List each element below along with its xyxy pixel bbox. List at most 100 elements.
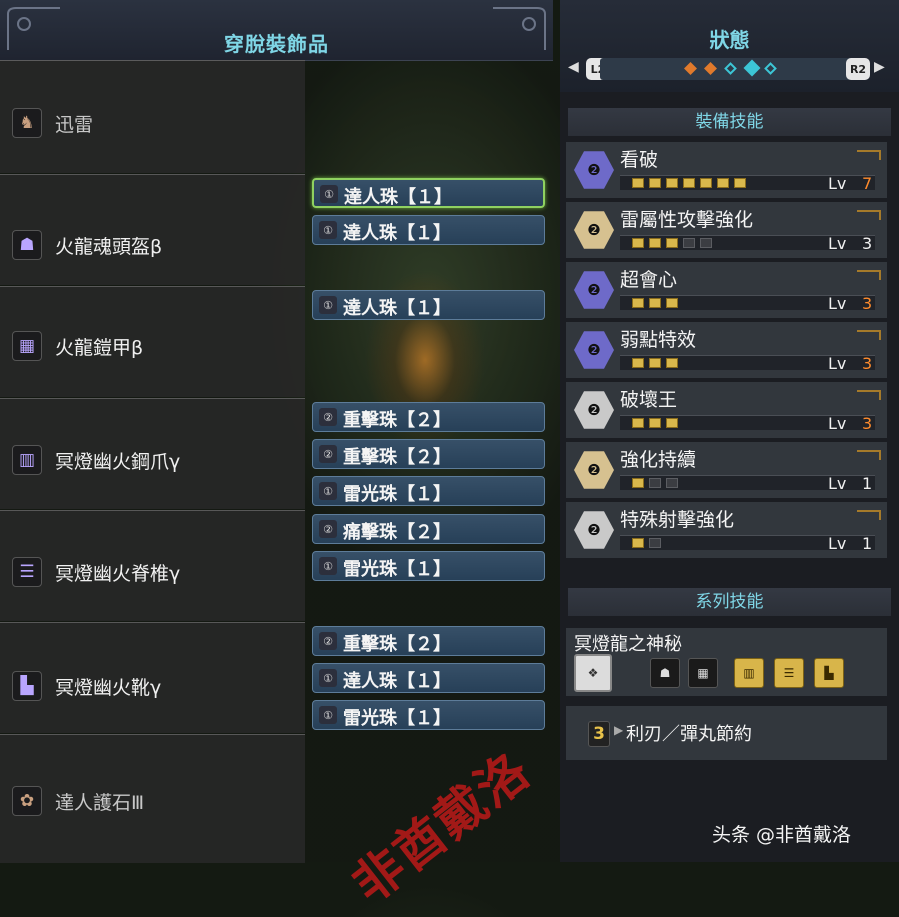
skill-row[interactable]: ❷ 雷屬性攻擊強化 Lv 3: [566, 202, 887, 258]
skill-name: 看破: [620, 149, 659, 171]
waist-icon: ☰: [12, 557, 42, 587]
level-pip: [649, 358, 661, 368]
set-skill-name: 冥燈龍之神秘: [574, 634, 682, 655]
skill-name: 弱點特效: [620, 329, 697, 351]
skill-level-bar: Lv 7: [620, 174, 875, 193]
r2-button[interactable]: R2: [846, 58, 870, 80]
skill-row[interactable]: ❷ 強化持續 Lv 1: [566, 442, 887, 498]
arrow-left-icon[interactable]: ◀: [568, 59, 579, 75]
decoration-name: 達人珠【１】: [343, 671, 451, 692]
skill-level-bar: Lv 3: [620, 414, 875, 433]
equipment-row[interactable]: ▦ 火龍鎧甲β: [0, 286, 305, 397]
decoration-slot[interactable]: ① 達人珠【１】: [312, 178, 545, 208]
skill-name: 特殊射擊強化: [620, 509, 735, 531]
level-pip: [666, 238, 678, 248]
triangle-right-icon: ▶: [614, 723, 624, 737]
equipment-name: 達人護石Ⅲ: [55, 792, 145, 814]
decoration-name: 痛擊珠【２】: [343, 522, 451, 543]
level-pip: [649, 178, 661, 188]
level-pip: [734, 178, 746, 188]
level-value: 7: [862, 174, 873, 193]
level-label: Lv: [828, 294, 847, 313]
level-pip: [700, 238, 712, 248]
level-pip: [717, 178, 729, 188]
equipment-row[interactable]: ▥ 冥燈幽火鋼爪γ: [0, 398, 305, 509]
equipment-name: 冥燈幽火靴γ: [55, 677, 162, 699]
decoration-slot[interactable]: ② 重擊珠【２】: [312, 439, 545, 469]
skill-level-bar: Lv 1: [620, 474, 875, 493]
decoration-slot[interactable]: ② 重擊珠【２】: [312, 626, 545, 656]
skill-row[interactable]: ❷ 破壞王 Lv 3: [566, 382, 887, 438]
decoration-slot[interactable]: ① 雷光珠【１】: [312, 700, 545, 730]
slot-1-icon: ①: [319, 296, 337, 314]
skill-gem-icon: ❷: [574, 331, 614, 369]
slot-2-icon: ②: [319, 408, 337, 426]
page-dot-icon: [764, 62, 777, 75]
equip-skills-header: 裝備技能: [568, 108, 891, 136]
chest-icon: ▦: [688, 658, 718, 688]
credit-text: 头条 @非酋戴洛: [712, 824, 852, 846]
level-pip: [649, 478, 661, 488]
decoration-name: 達人珠【１】: [343, 298, 451, 319]
equipment-row[interactable]: ☗ 火龍魂頭盔β: [0, 174, 305, 285]
level-label: Lv: [828, 414, 847, 433]
skill-gem-icon: ❷: [574, 271, 614, 309]
equipment-name: 迅雷: [55, 114, 94, 136]
decoration-slot[interactable]: ② 痛擊珠【２】: [312, 514, 545, 544]
set-skill-box[interactable]: 冥燈龍之神秘 ❖ ☗ ▦ ▥ ☰ ▙: [566, 628, 887, 696]
skill-row[interactable]: ❷ 超會心 Lv 3: [566, 262, 887, 318]
skill-name: 強化持續: [620, 449, 697, 471]
decoration-slot[interactable]: ① 達人珠【１】: [312, 215, 545, 245]
page-dot-icon: [684, 62, 697, 75]
decoration-name: 重擊珠【２】: [343, 447, 451, 468]
decoration-slot[interactable]: ① 達人珠【１】: [312, 663, 545, 693]
decoration-slot[interactable]: ② 重擊珠【２】: [312, 402, 545, 432]
skill-level-bar: Lv 1: [620, 534, 875, 553]
skill-row[interactable]: ❷ 特殊射擊強化 Lv 1: [566, 502, 887, 558]
skill-gem-icon: ❷: [574, 391, 614, 429]
slot-1-icon: ①: [319, 482, 337, 500]
arrow-right-icon[interactable]: ▶: [874, 59, 885, 75]
equipment-row[interactable]: ♞ 迅雷: [0, 60, 305, 173]
decoration-name: 達人珠【１】: [343, 223, 451, 244]
equipment-row[interactable]: ☰ 冥燈幽火脊椎γ: [0, 510, 305, 621]
level-pip: [683, 178, 695, 188]
level-pip: [632, 478, 644, 488]
page-dot-icon: [724, 62, 737, 75]
equipment-name: 冥燈幽火鋼爪γ: [55, 451, 181, 473]
decoration-name: 重擊珠【２】: [343, 634, 451, 655]
skill-row[interactable]: ❷ 看破 Lv 7: [566, 142, 887, 198]
status-header: 狀態 ◀ L2 R2 ▶: [560, 0, 899, 92]
decoration-slot[interactable]: ① 雷光珠【１】: [312, 551, 545, 581]
helmet-icon: ☗: [12, 230, 42, 260]
level-value: 3: [862, 234, 873, 253]
page-dot-icon: [704, 62, 717, 75]
decoration-slot[interactable]: ① 雷光珠【１】: [312, 476, 545, 506]
level-pip: [700, 178, 712, 188]
skill-gem-icon: ❷: [574, 451, 614, 489]
equipment-row[interactable]: ✿ 達人護石Ⅲ: [0, 734, 305, 863]
level-label: Lv: [828, 354, 847, 373]
level-pip: [632, 298, 644, 308]
page-title: 穿脫裝飾品: [224, 32, 329, 56]
decoration-name: 雷光珠【１】: [343, 559, 451, 580]
decoration-name: 達人珠【１】: [344, 187, 452, 208]
set-skill-effect[interactable]: 3 ▶ 利刃／彈丸節約: [566, 706, 887, 760]
watermark: 非酋戴洛: [341, 739, 542, 915]
decoration-slot[interactable]: ① 達人珠【１】: [312, 290, 545, 320]
equipment-name: 火龍魂頭盔β: [55, 236, 163, 258]
equipment-row[interactable]: ▙ 冥燈幽火靴γ: [0, 622, 305, 733]
decoration-name: 雷光珠【１】: [343, 708, 451, 729]
chest-icon: ▦: [12, 331, 42, 361]
gauntlet-icon: ▥: [12, 445, 42, 475]
slot-1-icon: ①: [320, 185, 338, 203]
level-pip: [632, 178, 644, 188]
level-value: 3: [862, 414, 873, 433]
level-pip: [666, 478, 678, 488]
level-pip: [666, 418, 678, 428]
status-title: 狀態: [709, 28, 750, 52]
skill-name: 超會心: [620, 269, 678, 291]
skill-gem-icon: ❷: [574, 511, 614, 549]
skill-row[interactable]: ❷ 弱點特效 Lv 3: [566, 322, 887, 378]
equipment-name: 火龍鎧甲β: [55, 337, 144, 359]
